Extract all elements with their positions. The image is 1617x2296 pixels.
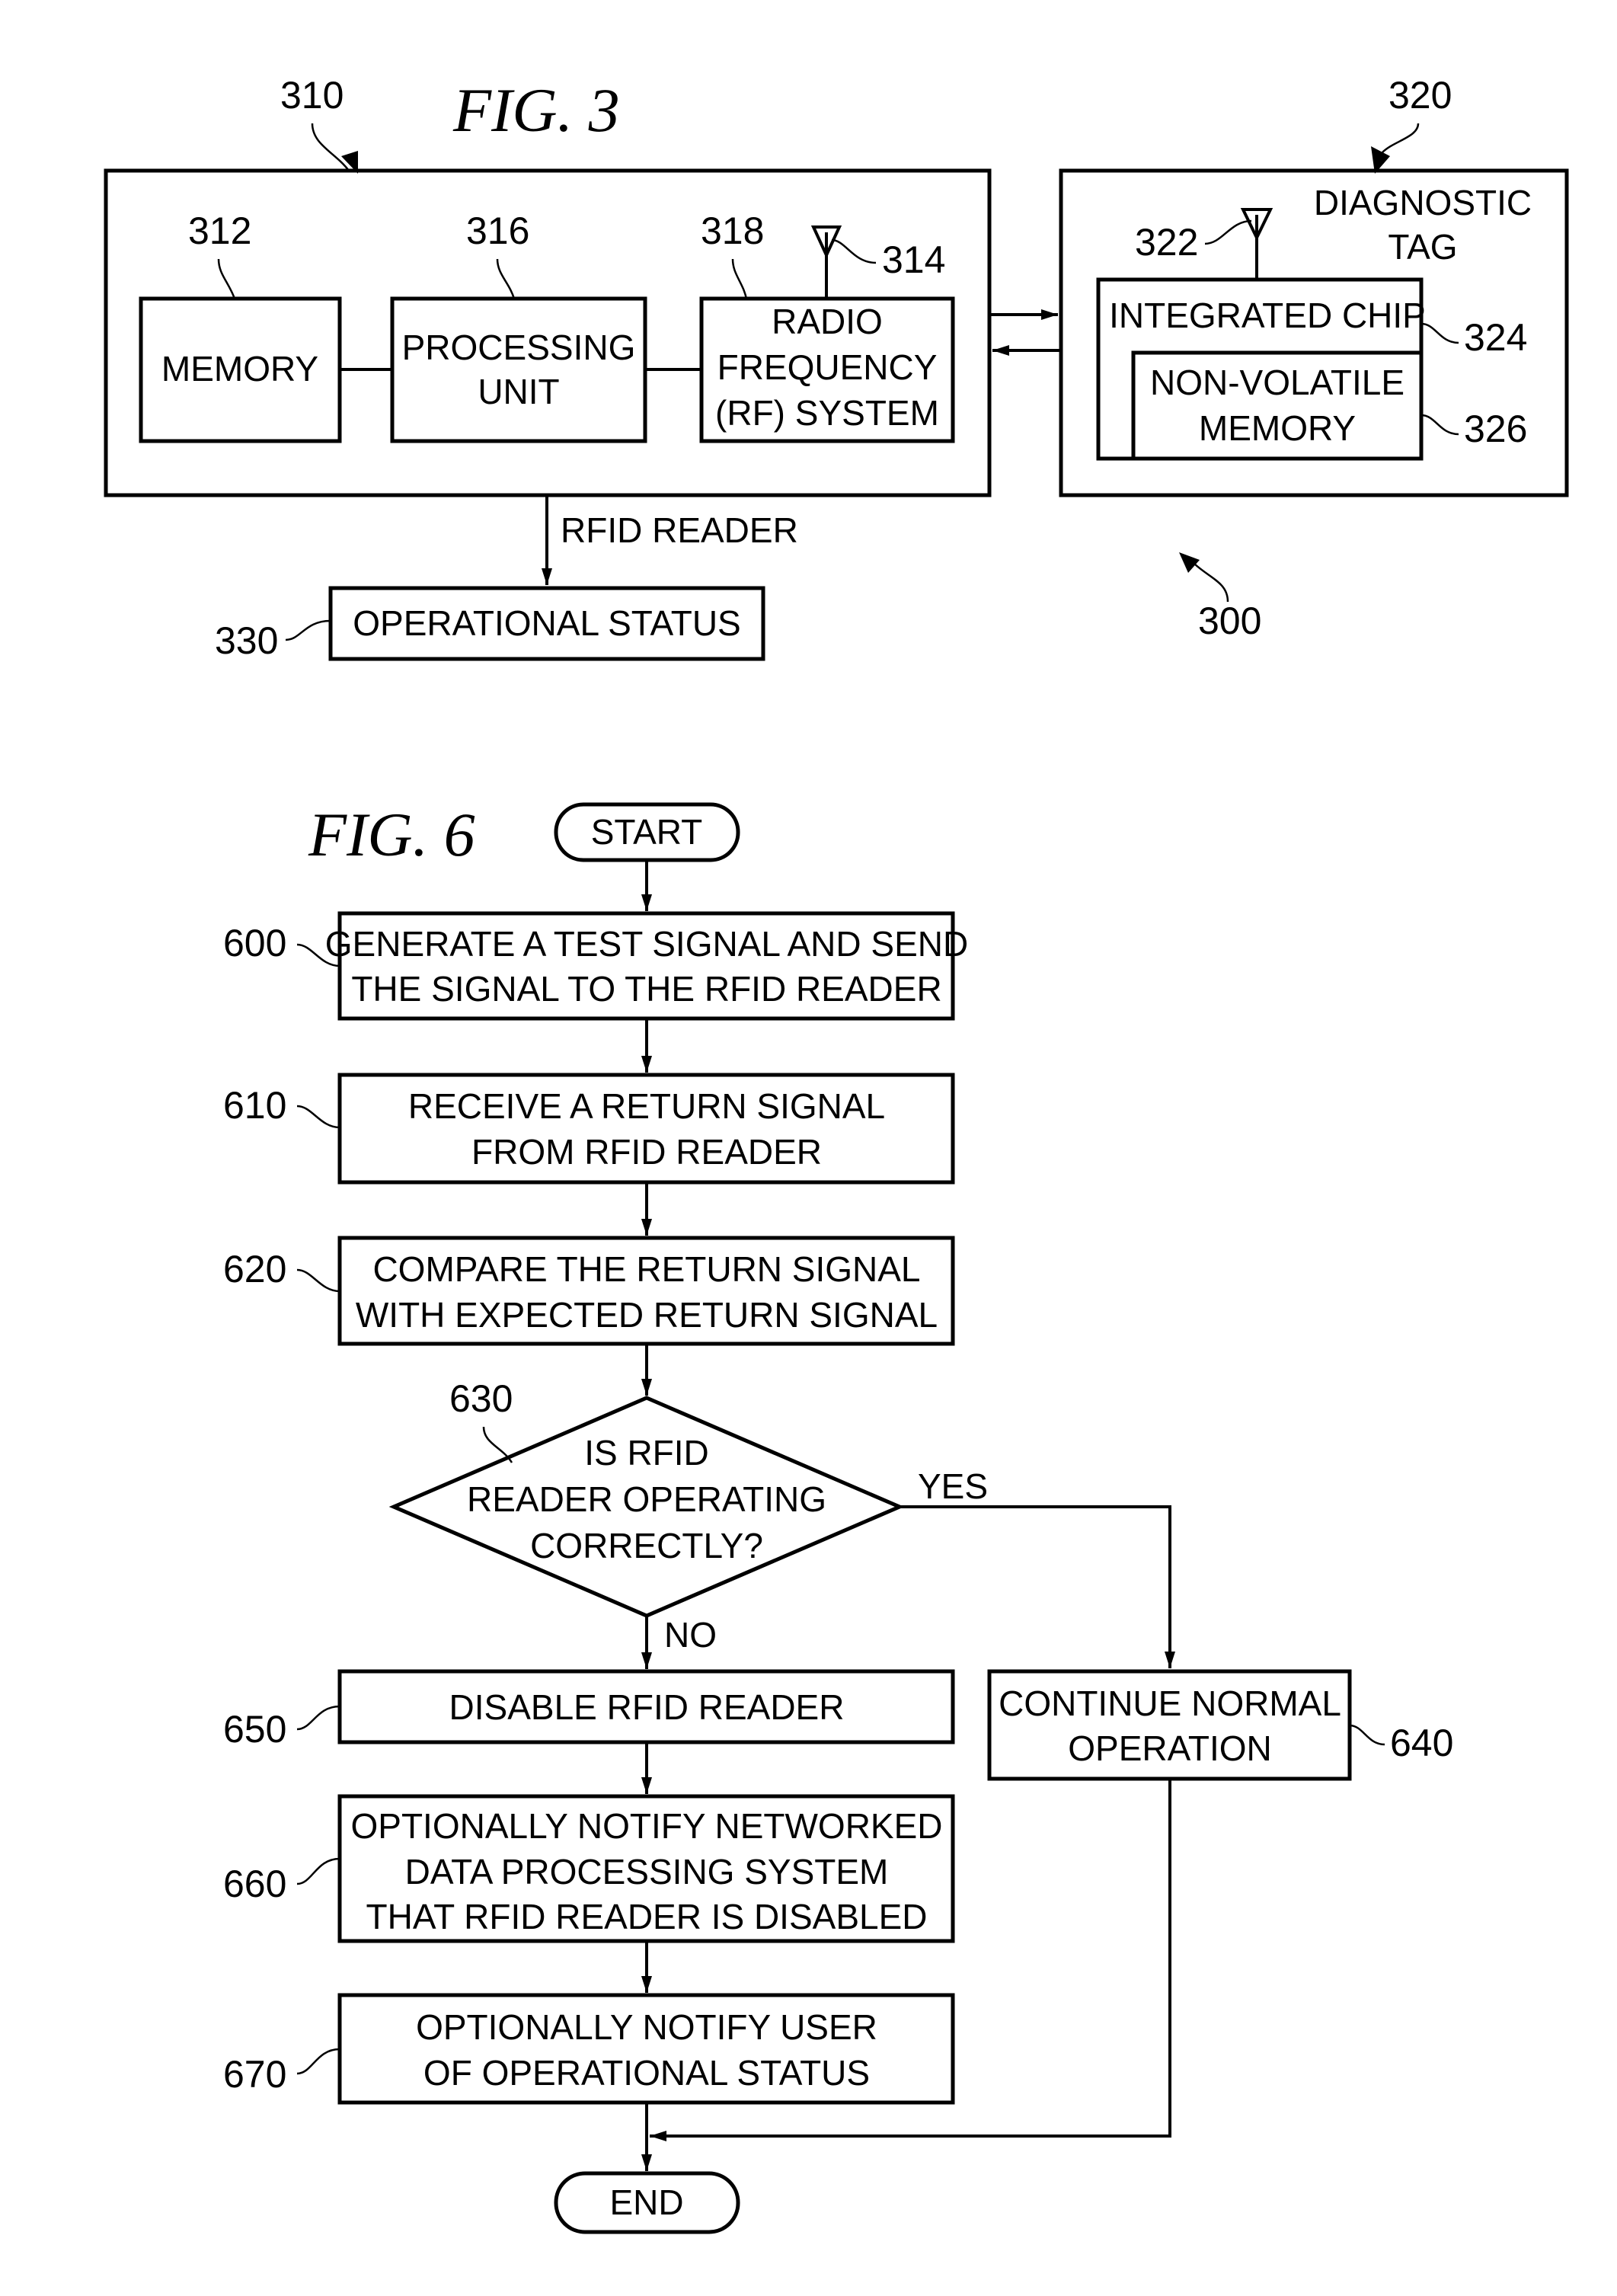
no-label: NO (664, 1615, 717, 1655)
ref-650: 650 (223, 1708, 286, 1751)
ref-326: 326 (1464, 408, 1527, 450)
fig3: FIG. 3 310 312 MEMORY 316 PROCESSING UNI… (104, 74, 1569, 662)
ref-600: 600 (223, 922, 286, 964)
fig6-title: FIG. 6 (308, 800, 475, 869)
ref-660: 660 (223, 1863, 286, 1905)
ref-640-leader (1349, 1724, 1385, 1746)
operational-status-label: OPERATIONAL STATUS (353, 603, 740, 643)
decision-630-line2: READER OPERATING (467, 1479, 826, 1519)
start-label: START (591, 812, 703, 852)
ref-670: 670 (223, 2053, 286, 2096)
ref-660-leader (296, 1857, 340, 1885)
step-610-line1: RECEIVE A RETURN SIGNAL (408, 1086, 885, 1126)
ref-330: 330 (215, 619, 278, 662)
patent-drawing: FIG. 3 310 312 MEMORY 316 PROCESSING UNI… (104, 74, 1569, 2234)
step-650-line1: DISABLE RFID READER (449, 1687, 845, 1727)
step-620-line2: WITH EXPECTED RETURN SIGNAL (356, 1295, 938, 1335)
ref-310: 310 (280, 74, 344, 117)
ref-330-leader (285, 619, 331, 641)
ref-650-leader (296, 1705, 340, 1731)
nvm-label-line2: MEMORY (1199, 408, 1356, 448)
ref-620: 620 (223, 1248, 286, 1290)
nvm-label-line1: NON-VOLATILE (1150, 363, 1404, 402)
decision-630-line1: IS RFID (584, 1433, 709, 1473)
memory-label: MEMORY (161, 349, 318, 389)
ref-610: 610 (223, 1084, 286, 1127)
ref-300: 300 (1198, 600, 1261, 642)
step-600-line2: THE SIGNAL TO THE RFID READER (351, 969, 941, 1009)
step-640-line1: CONTINUE NORMAL (999, 1684, 1341, 1723)
ref-318: 318 (701, 209, 764, 252)
ref-300-leader (1194, 563, 1229, 603)
step-660-line2: DATA PROCESSING SYSTEM (405, 1852, 889, 1891)
arrow-yes-640 (900, 1505, 1175, 1668)
ref-670-leader (296, 2048, 340, 2075)
rf-label-line1: RADIO (772, 302, 883, 341)
decision-630-line3: CORRECTLY? (530, 1526, 763, 1565)
diagnostic-tag-label-line1: DIAGNOSTIC (1314, 183, 1532, 222)
diagnostic-tag-label-line2: TAG (1388, 227, 1457, 267)
processing-unit-box (390, 296, 647, 443)
ref-300-arrow-icon (1179, 552, 1200, 573)
fig6: FIG. 6 START GENERATE A TEST SIGNAL AND … (223, 800, 1453, 2234)
step-620-line1: COMPARE THE RETURN SIGNAL (372, 1249, 920, 1289)
ref-630: 630 (449, 1377, 513, 1420)
integrated-chip-label: INTEGRATED CHIP (1109, 296, 1426, 335)
rf-label-line2: FREQUENCY (717, 347, 938, 387)
ref-320-leader (1382, 123, 1420, 153)
rf-label-line3: (RF) SYSTEM (715, 393, 939, 433)
step-660-line3: THAT RFID READER IS DISABLED (366, 1897, 928, 1936)
ref-610-leader (296, 1105, 340, 1129)
step-610-line2: FROM RFID READER (471, 1132, 822, 1172)
ref-312: 312 (188, 209, 251, 252)
step-660-line1: OPTIONALLY NOTIFY NETWORKED (350, 1806, 942, 1846)
diagnostic-tag-block: 320 DIAGNOSTIC TAG 322 INTEGRATED CHIP 3… (1059, 74, 1569, 497)
ref-314: 314 (882, 238, 945, 281)
processing-label-line1: PROCESSING (402, 328, 636, 367)
ref-320: 320 (1389, 74, 1452, 117)
step-640-line2: OPERATION (1068, 1728, 1272, 1768)
yes-label: YES (918, 1466, 988, 1506)
ref-316: 316 (466, 209, 529, 252)
processing-label-line2: UNIT (478, 372, 559, 411)
step-670-line2: OF OPERATIONAL STATUS (423, 2053, 870, 2093)
ref-640: 640 (1390, 1722, 1453, 1764)
ref-324: 324 (1464, 316, 1527, 359)
step-600-line1: GENERATE A TEST SIGNAL AND SEND (325, 924, 968, 964)
fig3-title: FIG. 3 (452, 75, 620, 145)
end-label: END (609, 2182, 683, 2222)
rfid-reader-label: RFID READER (561, 510, 798, 550)
ref-322: 322 (1135, 221, 1198, 264)
ref-620-leader (296, 1268, 340, 1293)
ref-310-leader (311, 123, 350, 171)
ref-630-leader (482, 1426, 513, 1463)
step-670-line1: OPTIONALLY NOTIFY USER (416, 2007, 877, 2047)
